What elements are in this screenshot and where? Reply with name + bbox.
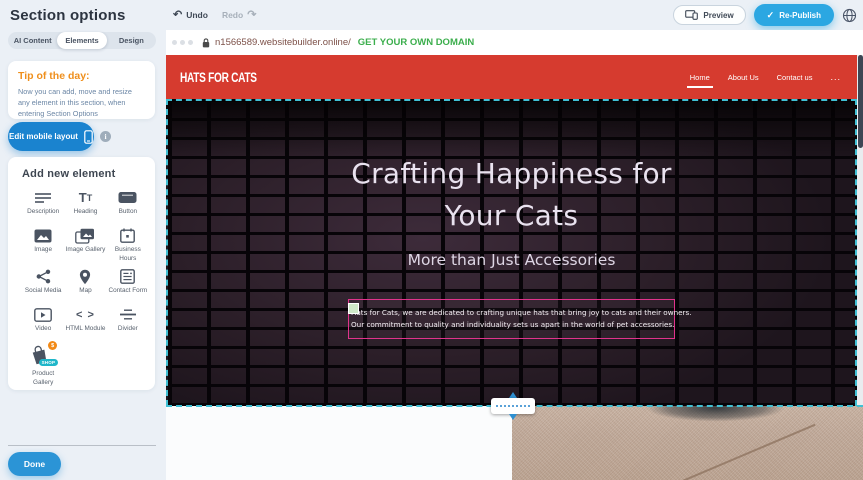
undo-icon: ↶ xyxy=(173,10,182,21)
hero-text-element-selected[interactable]: Hats for Cats, we are dedicated to craft… xyxy=(348,299,675,339)
form-icon xyxy=(120,268,135,285)
hero-subheading[interactable]: More than Just Accessories xyxy=(408,251,616,269)
video-icon xyxy=(34,306,52,323)
resize-grip[interactable] xyxy=(491,398,535,414)
carpet-photo xyxy=(512,406,863,480)
nav-link-about[interactable]: About Us xyxy=(728,73,759,82)
nav-link-home[interactable]: Home xyxy=(690,73,710,82)
redo-icon: ↷ xyxy=(247,10,256,21)
arrow-down-icon xyxy=(509,414,517,420)
element-item-image-gallery[interactable]: Image Gallery xyxy=(64,227,106,263)
element-item-divider[interactable]: Divider xyxy=(107,306,149,339)
tab-design[interactable]: Design xyxy=(107,32,156,49)
browser-chrome-bar: n1566589.websitebuilder.online/ GET YOUR… xyxy=(166,30,863,55)
globe-icon[interactable] xyxy=(842,8,857,23)
site-url[interactable]: n1566589.websitebuilder.online/ xyxy=(215,37,351,48)
tip-body: Now you can add, move and resize any ele… xyxy=(18,87,145,120)
sidebar-tabs: AI Content Elements Design xyxy=(8,32,156,49)
done-button[interactable]: Done xyxy=(8,452,61,476)
phone-icon xyxy=(84,130,93,144)
undo-button[interactable]: ↶ Undo xyxy=(173,10,208,21)
devices-icon xyxy=(685,10,698,20)
window-dot xyxy=(188,40,193,45)
window-dots xyxy=(172,40,193,45)
shop-bag-icon: $ SHOP xyxy=(31,344,55,368)
site-header: HATS FOR CATS Home About Us Contact us .… xyxy=(166,55,857,99)
carpet-seam-line xyxy=(677,423,816,480)
divider-icon xyxy=(119,306,137,323)
element-item-button[interactable]: Button xyxy=(107,189,149,222)
element-item-product-gallery[interactable]: $ SHOP Product Gallery xyxy=(22,344,64,387)
element-grid: Description TT Heading Button Image xyxy=(22,189,149,388)
edit-mobile-layout-button[interactable]: Edit mobile layout xyxy=(8,122,94,151)
get-domain-link[interactable]: GET YOUR OWN DOMAIN xyxy=(358,37,474,48)
element-item-image[interactable]: Image xyxy=(22,227,64,263)
site-logo[interactable]: HATS FOR CATS xyxy=(180,69,257,85)
scrollbar-thumb[interactable] xyxy=(858,55,863,148)
window-dot xyxy=(180,40,185,45)
add-element-panel: Add new element Description TT Heading B… xyxy=(8,157,155,390)
hero-section[interactable]: Crafting Happiness for Your Cats More th… xyxy=(166,99,857,406)
lock-icon xyxy=(202,38,210,48)
add-element-title: Add new element xyxy=(22,168,149,180)
element-item-social-media[interactable]: Social Media xyxy=(22,268,64,301)
next-section-background xyxy=(166,406,512,480)
image-gallery-icon xyxy=(75,227,95,244)
undo-redo-group: ↶ Undo Redo ↷ xyxy=(173,0,256,30)
share-icon xyxy=(36,268,51,285)
tip-title: Tip of the day: xyxy=(18,70,145,82)
element-item-map[interactable]: Map xyxy=(64,268,106,301)
element-drag-handle[interactable] xyxy=(348,303,359,314)
section-resize-handle[interactable] xyxy=(491,392,535,420)
topbar-actions: Preview ✓ Re-Publish xyxy=(673,0,857,30)
site-preview-canvas: n1566589.websitebuilder.online/ GET YOUR… xyxy=(166,30,863,480)
element-item-html-module[interactable]: < > HTML Module xyxy=(64,306,106,339)
page-title: Section options xyxy=(10,7,126,24)
republish-button[interactable]: ✓ Re-Publish xyxy=(754,4,834,26)
redo-button[interactable]: Redo ↷ xyxy=(222,10,256,21)
preview-button[interactable]: Preview xyxy=(673,5,745,25)
tab-elements[interactable]: Elements xyxy=(57,32,106,49)
button-icon xyxy=(118,189,137,206)
shop-badge: SHOP xyxy=(39,359,59,366)
editor-topbar: Section options ↶ Undo Redo ↷ Preview ✓ … xyxy=(0,0,863,30)
nav-link-contact[interactable]: Contact us xyxy=(777,73,813,82)
check-icon: ✓ xyxy=(767,10,775,21)
window-dot xyxy=(172,40,177,45)
map-pin-icon xyxy=(79,268,91,285)
info-icon[interactable]: i xyxy=(100,131,111,142)
text-lines-icon xyxy=(34,189,52,206)
hero-heading[interactable]: Crafting Happiness for Your Cats xyxy=(351,153,671,237)
image-icon xyxy=(34,227,52,244)
tip-of-the-day-card: Tip of the day: Now you can add, move an… xyxy=(8,61,155,119)
heading-icon: TT xyxy=(79,189,92,206)
code-icon: < > xyxy=(76,306,95,323)
element-item-heading[interactable]: TT Heading xyxy=(64,189,106,222)
left-sidebar: AI Content Elements Design Tip of the da… xyxy=(0,30,166,480)
element-item-description[interactable]: Description xyxy=(22,189,64,222)
element-item-business-hours[interactable]: Business Hours xyxy=(107,227,149,263)
site-nav: Home About Us Contact us ... xyxy=(690,72,841,82)
element-item-contact-form[interactable]: Contact Form xyxy=(107,268,149,301)
nav-more-icon[interactable]: ... xyxy=(830,72,841,82)
premium-badge-icon: $ xyxy=(48,341,57,350)
element-item-video[interactable]: Video xyxy=(22,306,64,339)
preview-scrollbar[interactable] xyxy=(857,55,863,406)
tab-ai-content[interactable]: AI Content xyxy=(8,32,57,49)
calendar-icon xyxy=(120,227,135,244)
sidebar-divider xyxy=(8,445,156,446)
